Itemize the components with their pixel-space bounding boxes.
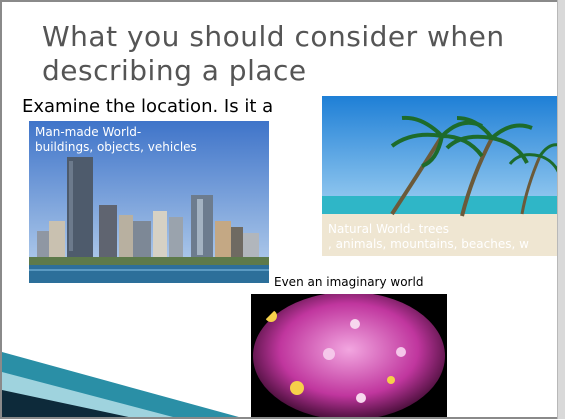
slide: What you should consider when describing… bbox=[2, 2, 557, 417]
beach-caption-line-1: Natural World- trees bbox=[328, 222, 450, 236]
city-image: Man-made World- buildings, objects, vehi… bbox=[29, 121, 269, 283]
imaginary-label: Even an imaginary world bbox=[274, 275, 424, 289]
city-caption: Man-made World- buildings, objects, vehi… bbox=[35, 125, 255, 155]
vertical-scrollbar[interactable] bbox=[557, 0, 565, 419]
beach-caption: Natural World- trees , animals, mountain… bbox=[328, 222, 557, 252]
city-caption-line-2: buildings, objects, vehicles bbox=[35, 140, 197, 154]
beach-caption-line-2: , animals, mountains, beaches, w bbox=[328, 237, 529, 251]
decorative-swoosh bbox=[2, 352, 239, 417]
title-line-2: describing a place bbox=[42, 54, 307, 87]
city-caption-line-1: Man-made World- bbox=[35, 125, 142, 139]
slide-title: What you should consider when describing… bbox=[42, 20, 522, 88]
subtitle: Examine the location. Is it a bbox=[22, 96, 274, 117]
title-line-1: What you should consider when bbox=[42, 20, 505, 53]
imaginary-image bbox=[251, 294, 447, 417]
beach-image: Natural World- trees , animals, mountain… bbox=[322, 96, 557, 256]
